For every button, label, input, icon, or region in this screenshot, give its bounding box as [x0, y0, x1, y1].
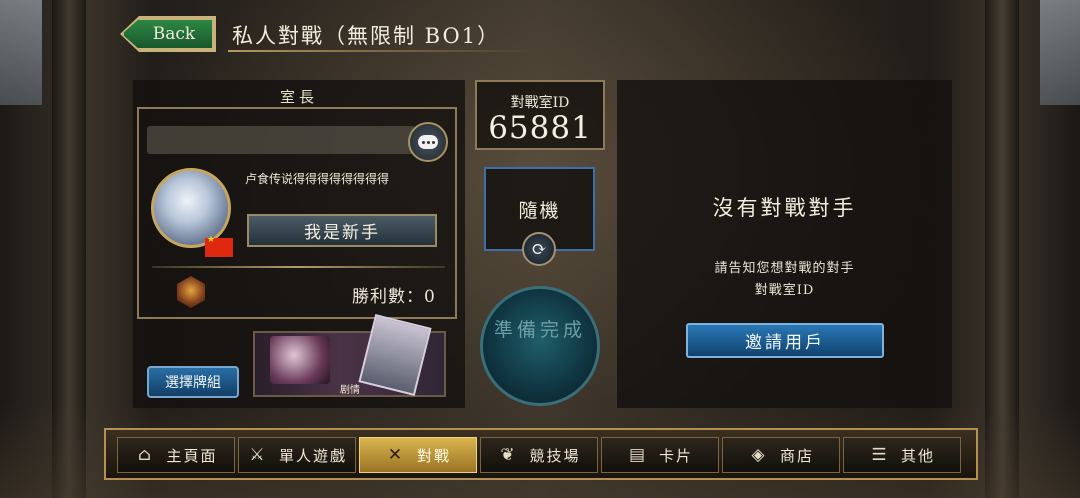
nav-label: 競技場: [529, 446, 581, 465]
sword-shield-icon: ⚔: [249, 445, 267, 465]
back-button[interactable]: Back: [122, 18, 214, 50]
refresh-icon: ⟳: [531, 238, 547, 260]
player-avatar[interactable]: [151, 168, 231, 248]
stained-window: [1040, 0, 1080, 105]
chat-button[interactable]: [408, 122, 448, 162]
nav-label: 主頁面: [166, 446, 218, 465]
ready-button[interactable]: [480, 286, 600, 406]
opponent-panel: [617, 80, 952, 408]
nav-shop[interactable]: ◈ 商店: [722, 437, 840, 473]
room-id-label: 對戰室ID: [510, 95, 570, 111]
ready-label: 準備完成: [493, 319, 586, 341]
chat-bubble-icon: [418, 135, 438, 149]
scroll-icon: ☰: [871, 445, 889, 465]
room-id-value: 65881: [488, 110, 592, 146]
select-deck-button[interactable]: 選擇牌組: [147, 366, 239, 398]
deck-leader-art: [270, 336, 330, 384]
cards-icon: ▤: [628, 445, 648, 465]
nav-battle[interactable]: ✕ 對戰: [359, 437, 477, 473]
player-name: 卢食传说得得得得得得得得: [245, 172, 390, 186]
shop-icon: ◈: [751, 445, 767, 465]
divider: [152, 266, 445, 268]
deck-name: 剧情: [340, 385, 360, 396]
refresh-button[interactable]: ⟳: [522, 232, 556, 266]
title-underline: [228, 50, 538, 52]
crossed-swords-icon: ✕: [387, 445, 405, 465]
opponent-hint-room-id: 對戰室ID: [754, 283, 815, 298]
china-flag-icon: [205, 235, 233, 257]
host-label: 室長: [280, 88, 319, 106]
nav-label: 商店: [779, 446, 814, 465]
nav-label: 對戰: [416, 446, 451, 465]
nav-home[interactable]: ⌂ 主頁面: [117, 437, 235, 473]
stained-window: [0, 0, 42, 105]
nav-cards[interactable]: ▤ 卡片: [601, 437, 719, 473]
random-label: 隨機: [518, 200, 561, 222]
no-opponent-text: 沒有對戰對手: [712, 196, 857, 220]
nav-label: 其他: [900, 446, 935, 465]
home-icon: ⌂: [137, 445, 153, 465]
nav-other[interactable]: ☰ 其他: [843, 437, 961, 473]
opponent-hint: 請告知您想對戰的對手: [714, 261, 855, 276]
page-title: 私人對戰（無限制 BO1）: [232, 24, 501, 48]
nav-solo[interactable]: ⚔ 單人遊戲: [238, 437, 356, 473]
wins-count: 勝利數：0: [352, 287, 436, 307]
nav-arena[interactable]: ❦ 競技場: [480, 437, 598, 473]
laurel-icon: ❦: [500, 445, 517, 465]
newbie-badge: 我是新手: [247, 214, 437, 247]
chat-message-bar: [147, 126, 415, 154]
invite-user-button[interactable]: 邀請用戶: [686, 323, 884, 358]
nav-label: 單人遊戲: [278, 446, 347, 465]
nav-label: 卡片: [658, 446, 693, 465]
